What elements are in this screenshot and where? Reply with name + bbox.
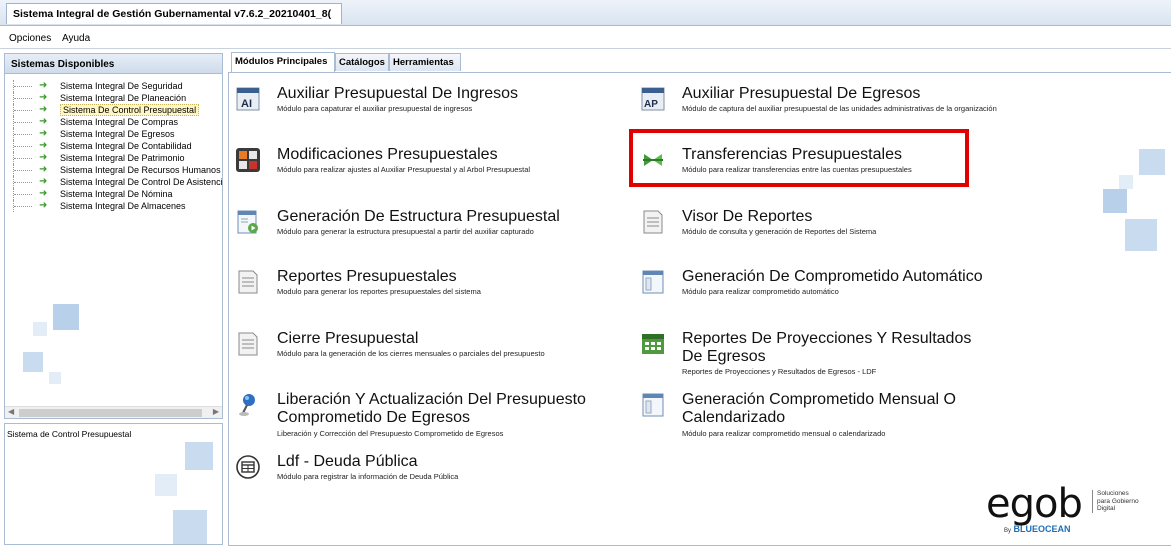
sidebar-item-egresos[interactable]: ➜ Sistema Integral De Egresos xyxy=(5,128,222,140)
sidebar-item-nomina[interactable]: ➜ Sistema Integral De Nómina xyxy=(5,188,222,200)
decor-square xyxy=(1125,219,1157,251)
arrow-icon: ➜ xyxy=(39,104,48,115)
decor-square xyxy=(53,304,79,330)
sidebar-item-almacenes[interactable]: ➜ Sistema Integral De Almacenes xyxy=(5,200,222,212)
arrow-icon: ➜ xyxy=(39,152,48,163)
tab-herramientas[interactable]: Herramientas xyxy=(389,53,461,71)
window-title[interactable]: Sistema Integral de Gestión Gubernamenta… xyxy=(6,3,342,24)
logo-tagline: Soluciones para Gobierno Digital xyxy=(1092,490,1139,513)
systems-tree: ➜ Sistema Integral De Seguridad ➜ Sistema … xyxy=(5,74,222,212)
systems-panel-header: Sistemas Disponibles xyxy=(5,54,222,74)
systems-panel: Sistemas Disponibles ➜ Sistema Integral D… xyxy=(4,53,223,419)
report-icon xyxy=(238,270,258,294)
decor-square xyxy=(23,352,43,372)
svg-text:AI: AI xyxy=(241,98,252,110)
sidebar-item-compras[interactable]: ➜ Sistema Integral De Compras xyxy=(5,116,222,128)
menu-opciones[interactable]: Opciones xyxy=(9,33,51,44)
decor-square xyxy=(1119,175,1133,189)
blueocean-logo: By BLUEOCEAN xyxy=(1004,524,1071,534)
report-icon xyxy=(643,210,663,234)
system-description: Sistema de Control Presupuestal xyxy=(7,429,132,439)
tab-modulos-principales[interactable]: Módulos Principales xyxy=(231,52,335,72)
decor-square xyxy=(33,322,47,336)
scrollbar-thumb[interactable] xyxy=(19,409,202,417)
decor-square xyxy=(49,372,61,384)
arrow-icon: ➜ xyxy=(39,188,48,199)
arrow-icon: ➜ xyxy=(39,164,48,175)
sidebar-item-control-asistencia[interactable]: ➜ Sistema Integral De Control De Asistenc… xyxy=(5,176,222,188)
ai-icon: AI xyxy=(236,87,260,111)
menu-ayuda[interactable]: Ayuda xyxy=(62,33,90,44)
document-icon xyxy=(642,270,664,294)
decor-square xyxy=(185,442,213,470)
egob-logo: egob Soluciones para Gobierno Digital By… xyxy=(986,481,1139,534)
sidebar-item-patrimonio[interactable]: ➜ Sistema Integral De Patrimonio xyxy=(5,152,222,164)
sidebar-item-contabilidad[interactable]: ➜ Sistema Integral De Contabilidad xyxy=(5,140,222,152)
tab-catalogos[interactable]: Catálogos xyxy=(335,53,389,71)
arrow-icon: ➜ xyxy=(39,200,48,211)
document-icon xyxy=(642,393,664,417)
arrow-icon: ➜ xyxy=(39,128,48,139)
decor-square xyxy=(1103,189,1127,213)
arrow-icon: ➜ xyxy=(39,116,48,127)
report-icon xyxy=(238,332,258,356)
scroll-left-icon[interactable]: ◀ xyxy=(8,407,14,416)
sidebar-item-seguridad[interactable]: ➜ Sistema Integral De Seguridad xyxy=(5,80,222,92)
menu-bar: Opciones Ayuda xyxy=(0,31,1171,47)
arrow-icon: ➜ xyxy=(39,140,48,151)
system-description-panel: Sistema de Control Presupuestal xyxy=(4,423,223,545)
tab-bar: Módulos Principales Catálogos Herramient… xyxy=(228,50,1171,73)
window-titlebar: Sistema Integral de Gestión Gubernamenta… xyxy=(0,0,1171,26)
decor-square xyxy=(155,474,177,496)
menu-separator xyxy=(0,48,1171,49)
decor-square xyxy=(1139,149,1165,175)
svg-text:AP: AP xyxy=(644,99,658,110)
sidebar-item-recursos-humanos[interactable]: ➜ Sistema Integral De Recursos Humanos xyxy=(5,164,222,176)
sidebar-item-control-presupuestal[interactable]: ➜ Sistema De Control Presupuestal xyxy=(5,104,222,116)
arrow-icon: ➜ xyxy=(39,176,48,187)
document-play-icon xyxy=(237,210,258,234)
arrow-icon: ➜ xyxy=(39,80,48,91)
table-icon xyxy=(236,455,260,479)
horizontal-scrollbar[interactable]: ◀ ▶ xyxy=(5,406,222,418)
scroll-right-icon[interactable]: ▶ xyxy=(213,407,219,416)
sidebar-item-planeacion[interactable]: ➜ Sistema Integral De Planeación xyxy=(5,92,222,104)
decor-square xyxy=(173,510,207,544)
pushpin-icon xyxy=(239,394,255,416)
ap-icon: AP xyxy=(641,87,665,111)
grid-icon xyxy=(236,148,260,172)
arrow-icon: ➜ xyxy=(39,92,48,103)
highlight-box xyxy=(629,129,969,187)
spreadsheet-icon xyxy=(642,334,664,354)
